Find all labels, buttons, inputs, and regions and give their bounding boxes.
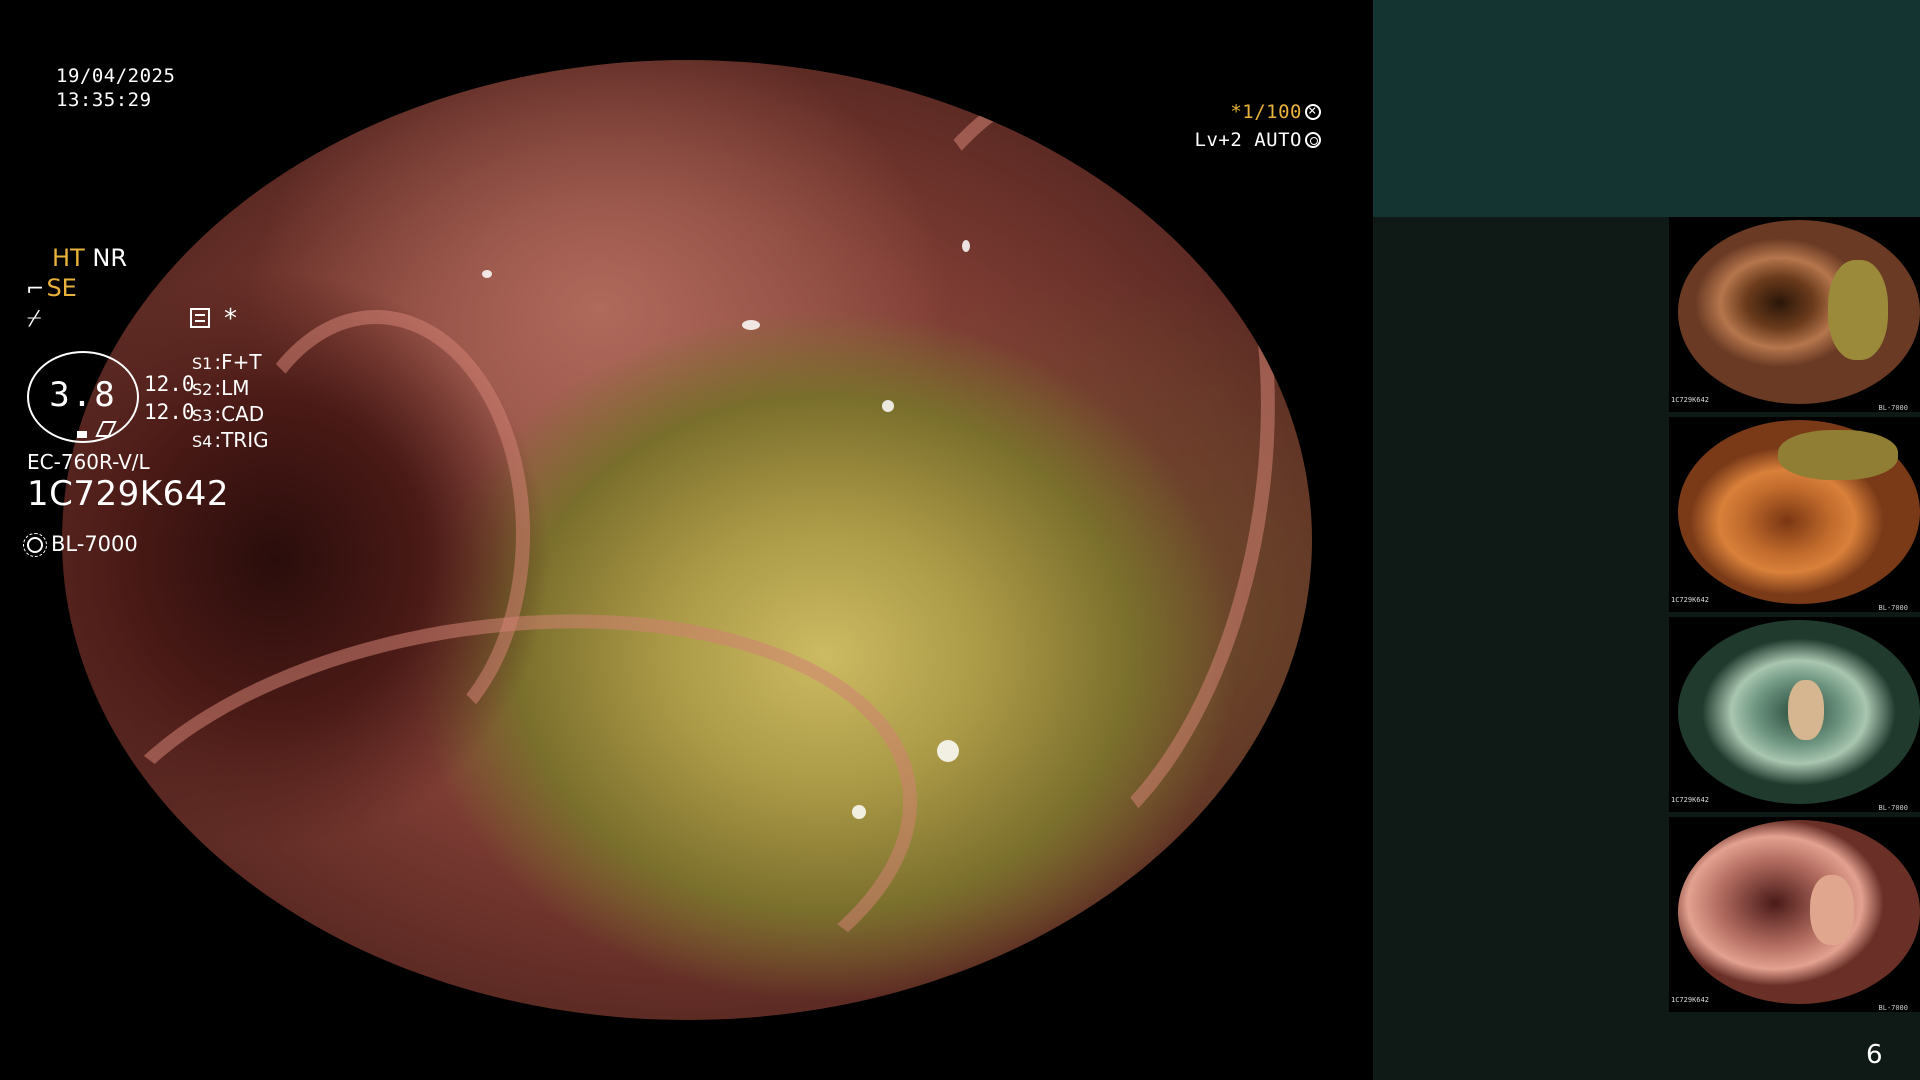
switch-value: F+T [221, 350, 262, 374]
gauge-marker [77, 431, 87, 438]
endoscopic-image [62, 60, 1312, 1020]
capture-thumbnail[interactable]: 1C729K642 BL-7000 [1669, 417, 1920, 612]
switch-item: S1:F+T [192, 350, 262, 374]
switch-item: S2:LM [192, 376, 250, 400]
star-indicator: * [224, 304, 237, 334]
freeze-icon: ⌿ [27, 304, 42, 332]
panel-header [1373, 0, 1920, 217]
level-readout: Lv+2 AUTO [1195, 128, 1321, 152]
switch-item: S3:CAD [192, 402, 265, 426]
gauge: 3.8 [27, 351, 139, 443]
scope-model: EC-760R-V/L [27, 450, 150, 474]
light-reflection [852, 805, 866, 819]
capture-thumbnail[interactable]: 1C729K642 BL-7000 [1669, 217, 1920, 412]
switch-key: S4 [192, 432, 213, 451]
thumbnail-light: BL-7000 [1878, 1004, 1908, 1012]
gain-value: 12.0 [144, 372, 195, 396]
residue [1828, 260, 1888, 360]
level-text: Lv+2 AUTO [1194, 129, 1302, 151]
light-reflection [937, 740, 959, 762]
light-source: BL-7000 [23, 532, 138, 557]
switch-item: S4:TRIG [192, 428, 269, 452]
polyp [1810, 875, 1854, 945]
gain-value: 12.0 [144, 400, 195, 424]
scope-icon: ⌐ [26, 277, 45, 302]
nr-label: NR [92, 244, 127, 272]
datetime: 19/04/2025 13:35:29 [56, 64, 175, 112]
fan-icon [1305, 102, 1321, 120]
switch-value: LM [221, 376, 250, 400]
ht-label: HT [52, 244, 85, 272]
light-source-label: BL-7000 [51, 532, 138, 556]
thumbnail-strip: 1C729K642 BL-7000 1C729K642 BL-7000 1C72… [1669, 217, 1920, 1017]
light-reflection [962, 240, 970, 252]
date-text: 19/04/2025 [56, 65, 176, 87]
gauge-value: 3.8 [49, 375, 117, 415]
thumbnail-light: BL-7000 [1878, 404, 1908, 412]
ht-nr-row: HT NR [52, 244, 127, 272]
light-reflection [742, 320, 760, 330]
time-text: 13:35:29 [56, 89, 152, 111]
thumbnail-serial: 1C729K642 [1671, 396, 1709, 404]
switch-key: S2 [192, 380, 213, 399]
polyp [1788, 680, 1824, 740]
capture-thumbnail[interactable]: 1C729K642 BL-7000 [1669, 617, 1920, 812]
thumbnail-image [1678, 420, 1920, 604]
thumbnail-serial: 1C729K642 [1671, 796, 1709, 804]
thumbnail-serial: 1C729K642 [1671, 996, 1709, 1004]
switch-list: S1:F+T S2:LM S3:CAD S4:TRIG [192, 350, 269, 454]
shutter-text: *1/100 [1230, 101, 1302, 123]
menu-icon [190, 308, 210, 328]
shutter-readout: *1/100 [1230, 100, 1321, 124]
thumbnail-image [1678, 820, 1920, 1004]
switch-key: S3 [192, 406, 213, 425]
scope-serial: 1C729K642 [27, 474, 229, 514]
se-row: ⌐SE [26, 274, 77, 302]
capture-thumbnail[interactable]: 1C729K642 BL-7000 [1669, 817, 1920, 1012]
tilt-icon [95, 421, 117, 437]
switch-value: CAD [221, 402, 265, 426]
thumbnail-light: BL-7000 [1878, 604, 1908, 612]
endoscope-view: 19/04/2025 13:35:29 *1/100 Lv+2 AUTO [0, 0, 1373, 1080]
page-number: 6 [1866, 1040, 1883, 1070]
sun-icon [23, 533, 47, 557]
se-label: SE [46, 274, 77, 302]
thumbnail-image [1678, 220, 1920, 404]
light-reflection [482, 270, 492, 278]
switch-key: S1 [192, 354, 213, 373]
residue [1778, 430, 1898, 480]
gear-icon [1305, 132, 1321, 148]
thumbnail-light: BL-7000 [1878, 804, 1908, 812]
switch-value: TRIG [221, 428, 269, 452]
thumbnail-serial: 1C729K642 [1671, 596, 1709, 604]
thumbnail-image [1678, 620, 1920, 804]
light-reflection [882, 400, 894, 412]
